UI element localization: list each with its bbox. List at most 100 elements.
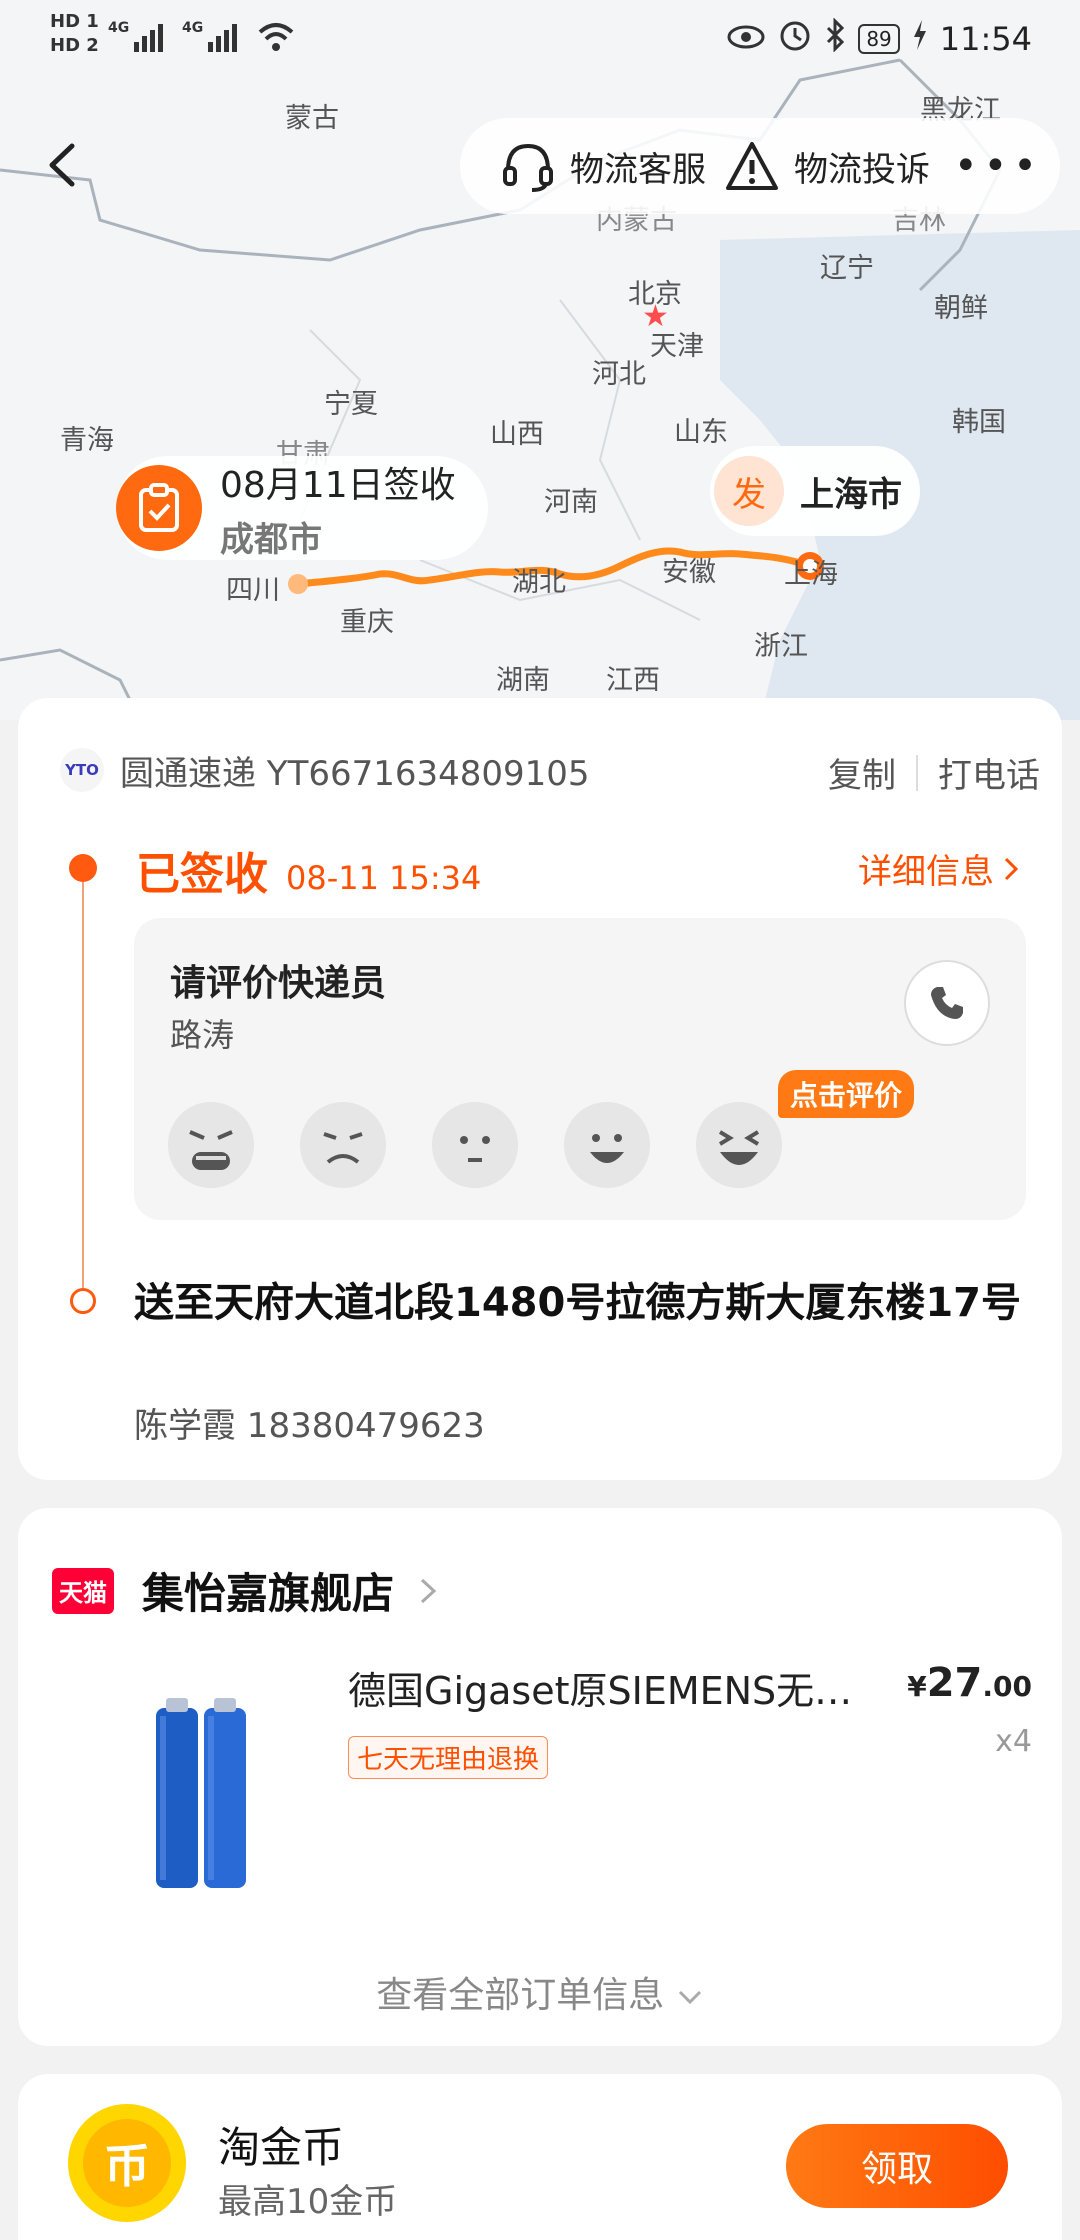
map-background: ★ — [0, 0, 1080, 720]
map-label: 韩国 — [952, 407, 1006, 438]
rate-courier-title: 请评价快递员 — [170, 963, 387, 1004]
rate-now-tag[interactable]: 点击评价 — [778, 1070, 915, 1118]
gold-coin-icon: 币 — [68, 2104, 186, 2222]
coin-symbol: 币 — [83, 2119, 171, 2207]
charging-icon — [912, 20, 928, 58]
courier-rating-panel: 请评价快递员 路涛 点击评价 — [134, 918, 1026, 1220]
product-title[interactable]: 德国Gigaset原SIEMENS无… — [348, 1660, 888, 1715]
tmall-logo-icon: 天猫 — [52, 1567, 114, 1614]
map-label: 宁夏 — [324, 389, 378, 420]
shop-link[interactable]: 天猫 集怡嘉旗舰店 — [52, 1560, 438, 1621]
more-options-button[interactable]: ••• — [954, 143, 1043, 189]
map-label: 山东 — [674, 417, 728, 448]
logistics-complaint-label: 物流投诉 — [794, 149, 930, 190]
map-label: 朝鲜 — [934, 293, 988, 324]
call-courier-button[interactable] — [904, 960, 990, 1046]
map-label: 江西 — [606, 665, 660, 696]
status-text: 已签收 — [136, 849, 268, 900]
delivery-address: 送至天府大道北段1480号拉德方斯大厦东楼17号 — [134, 1280, 1021, 1326]
timeline-dot — [70, 1288, 96, 1314]
map-label: 北京 — [628, 279, 682, 310]
svg-text:4G: 4G — [182, 20, 203, 36]
sim-indicators: HD 1 HD 2 — [50, 10, 99, 58]
carrier-row: YTO 圆通速递 YT6671634809105 复制 打电话 — [60, 748, 1040, 796]
ship-origin-marker[interactable]: 发 上海市 — [710, 446, 920, 536]
timeline-dot — [69, 854, 97, 882]
logistics-complaint-button[interactable]: 物流投诉 — [724, 138, 930, 194]
battery-level: 89 — [858, 24, 900, 54]
signed-date: 08月11日签收 — [220, 464, 456, 506]
delivery-status: 已签收 08-11 15:34 — [136, 838, 481, 902]
logistics-service-label: 物流客服 — [570, 149, 706, 190]
phone-icon — [931, 987, 963, 1019]
chevron-down-icon — [678, 1990, 701, 2005]
eye-icon — [726, 20, 766, 58]
rating-face-very-good[interactable] — [696, 1102, 782, 1188]
warning-icon — [726, 142, 778, 190]
map-label: 上海 — [784, 559, 838, 590]
product-price: ¥27.00 — [907, 1660, 1032, 1706]
product-quantity: x4 — [995, 1724, 1032, 1759]
sim1-label: HD 1 — [50, 11, 99, 32]
copy-button[interactable]: 复制 — [828, 748, 896, 797]
courier-name: 路涛 — [170, 1016, 235, 1054]
status-bar: HD 1 HD 2 4G 4G 89 11:54 — [0, 0, 1080, 80]
divider — [916, 754, 918, 791]
details-link[interactable]: 详细信息 — [858, 844, 1020, 893]
top-action-bar: 物流客服 物流投诉 ••• — [460, 118, 1060, 214]
rating-face-very-bad[interactable] — [168, 1102, 254, 1188]
details-label: 详细信息 — [858, 852, 994, 892]
logistics-map[interactable]: ★ 蒙古 黑龙江 内蒙古 吉林 辽宁 北京 天津 朝鲜 河北 宁夏 青海 甘肃 … — [0, 0, 1080, 720]
map-label: 湖北 — [512, 567, 566, 598]
map-label: 青海 — [60, 425, 114, 456]
map-label: 山西 — [490, 419, 544, 450]
rating-face-neutral[interactable] — [432, 1102, 518, 1188]
price-integer: 27 — [926, 1660, 983, 1706]
map-label: 河北 — [592, 359, 646, 390]
yto-logo-icon: YTO — [60, 748, 104, 792]
signal-icon: 4G — [108, 20, 163, 52]
status-time: 08-11 15:34 — [286, 859, 482, 897]
rating-face-good[interactable] — [564, 1102, 650, 1188]
logistics-service-button[interactable]: 物流客服 — [500, 138, 706, 194]
ship-origin-city: 上海市 — [800, 474, 902, 515]
map-label: 湖南 — [496, 665, 550, 696]
return-policy-tag: 七天无理由退换 — [348, 1736, 549, 1779]
ship-origin-icon: 发 — [714, 456, 784, 526]
price-symbol: ¥ — [907, 1670, 927, 1703]
svg-text:4G: 4G — [108, 20, 129, 36]
signed-city: 成都市 — [220, 519, 322, 560]
product-image[interactable] — [126, 1676, 276, 1906]
map-label: 安徽 — [662, 557, 716, 588]
call-button[interactable]: 打电话 — [938, 748, 1040, 797]
recipient-contact: 陈学霞 18380479623 — [134, 1406, 485, 1446]
destination-point — [288, 574, 308, 594]
rating-face-bad[interactable] — [300, 1102, 386, 1188]
map-label: 河南 — [544, 487, 598, 518]
back-button[interactable] — [42, 140, 82, 190]
carrier-tracking-number: 圆通速递 YT6671634809105 — [120, 753, 590, 794]
rating-faces — [168, 1102, 782, 1188]
view-all-order-button[interactable]: 查看全部订单信息 — [18, 1966, 1062, 2018]
coins-card: 币 淘金币 最高10金币 领取 — [18, 2074, 1062, 2240]
order-card: 天猫 集怡嘉旗舰店 德国Gigaset原SIEMENS无… 七天无理由退换 ¥2… — [18, 1508, 1062, 2046]
coins-subtitle: 最高10金币 — [218, 2182, 398, 2222]
sim2-label: HD 2 — [50, 35, 99, 56]
clock-time: 11:54 — [939, 20, 1032, 58]
coins-title: 淘金币 — [218, 2123, 345, 2172]
clipboard-check-icon — [116, 465, 202, 551]
chevron-right-icon — [1004, 857, 1019, 880]
view-all-label: 查看全部订单信息 — [376, 1975, 665, 2016]
signed-marker[interactable]: 08月11日签收 成都市 — [116, 456, 488, 560]
signal-group: 4G 4G — [108, 18, 296, 54]
headset-icon — [503, 143, 553, 192]
tracking-card: YTO 圆通速递 YT6671634809105 复制 打电话 已签收 08-1… — [18, 698, 1062, 1480]
price-decimal: .00 — [982, 1670, 1032, 1703]
map-label: 天津 — [650, 331, 704, 362]
timeline-line — [82, 870, 84, 1302]
bluetooth-icon — [824, 17, 846, 60]
alarm-icon — [778, 18, 812, 60]
claim-coins-button[interactable]: 领取 — [786, 2124, 1008, 2208]
map-label: 蒙古 — [285, 103, 339, 134]
chevron-left-icon — [49, 143, 75, 187]
